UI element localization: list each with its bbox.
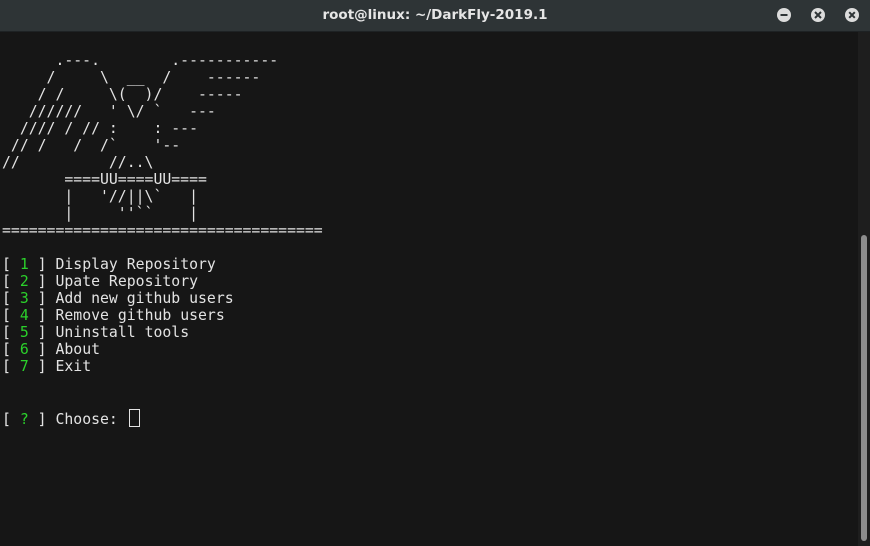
close-button[interactable] [845,8,859,22]
menu-item-label: Add new github users [55,290,234,307]
prompt-label: Choose: [55,411,118,428]
menu-item-number: 2 [19,273,29,290]
window-title: root@linux: ~/DarkFly-2019.1 [322,7,548,23]
maximize-button[interactable] [811,8,825,22]
banner-art-line: // //..\ [2,154,154,171]
menu-item: [ 5 ] Uninstall tools [2,324,190,341]
banner-art-line: // / / /` '-- [2,137,181,154]
menu-item: [ 7 ] Exit [2,358,92,375]
banner-art-line: | ''`` | [2,205,198,222]
banner-art-line: ////// ' \/ ` --- [2,103,216,120]
menu-item-number: 7 [19,358,29,375]
menu-item-label: Uninstall tools [55,324,190,341]
menu-item-label: Upate Repository [55,273,199,290]
menu-item-label: Display Repository [55,256,216,273]
minimize-icon [780,14,788,16]
menu-item: [ 4 ] Remove github users [2,307,225,324]
menu-item-number: 4 [19,307,29,324]
banner-separator: ==================================== [2,222,323,239]
vertical-scrollbar[interactable] [858,32,870,546]
prompt-marker: ? [19,411,29,428]
banner-art-line: ====UU====UU==== [2,171,207,188]
menu-item: [ 6 ] About [2,341,101,358]
menu-item: [ 1 ] Display Repository [2,256,216,273]
banner-art-line: .---. .----------- [2,52,279,69]
menu-item-label: Exit [55,358,92,375]
menu-item-number: 3 [19,290,29,307]
menu-item-number: 1 [19,256,29,273]
menu-item: [ 3 ] Add new github users [2,290,234,307]
text-cursor[interactable] [128,409,140,427]
terminal-output[interactable]: .---. .----------- / \ __ / ------ / / \… [0,32,858,546]
menu-item-number: 5 [19,324,29,341]
menu-item-label: Remove github users [55,307,225,324]
banner-art-line: / \ __ / ------ [2,69,261,86]
scrollbar-thumb[interactable] [861,235,867,541]
menu-item-number: 6 [19,341,29,358]
menu-item: [ 2 ] Upate Repository [2,273,199,290]
banner-art-line: //// / // : : --- [2,120,198,137]
minimize-button[interactable] [777,8,791,22]
banner-art-line: | '//||\` | [2,188,198,205]
title-bar[interactable]: root@linux: ~/DarkFly-2019.1 [0,0,870,32]
banner-art-line: / / \( )/ ----- [2,86,243,103]
terminal-window: root@linux: ~/DarkFly-2019.1 .---. .----… [0,0,870,546]
close-icon [848,11,856,19]
maximize-icon [814,11,822,19]
menu-item-label: About [55,341,101,358]
input-prompt[interactable]: [ ? ] Choose: [2,409,140,428]
